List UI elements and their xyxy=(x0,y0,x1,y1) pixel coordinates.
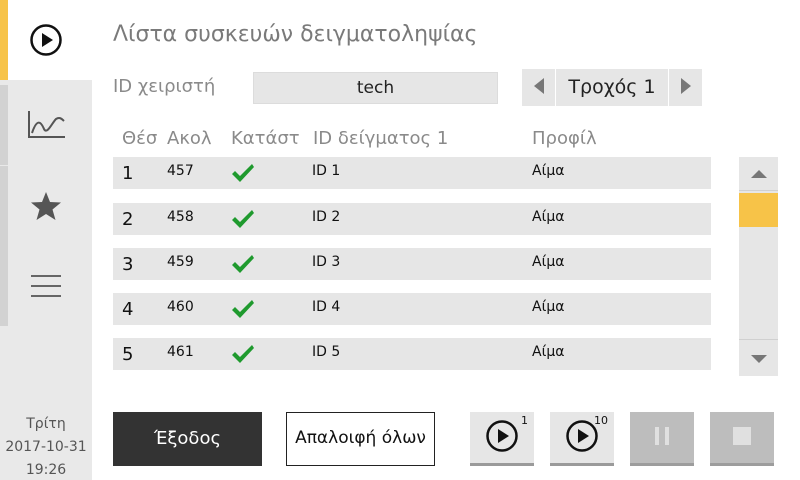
nav-results[interactable] xyxy=(0,85,92,165)
stop-button[interactable] xyxy=(710,412,774,466)
cell-sequence: 457 xyxy=(167,163,194,179)
nav-favorites[interactable] xyxy=(0,166,92,246)
rack-label: Τροχός 1 xyxy=(568,76,656,98)
cell-sequence: 459 xyxy=(167,254,194,270)
star-icon xyxy=(30,191,62,221)
page-title: Λίστα συσκευών δειγματοληψίας xyxy=(113,22,478,47)
nav-indicator xyxy=(0,246,8,326)
cell-sample-id: ID 4 xyxy=(312,299,341,315)
cell-sequence: 461 xyxy=(167,344,194,360)
triangle-down-icon xyxy=(750,349,768,368)
triangle-left-icon xyxy=(533,77,545,99)
run-one-badge: 1 xyxy=(521,414,528,427)
cell-sample-id: ID 1 xyxy=(312,163,341,179)
triangle-up-icon xyxy=(750,164,768,183)
cell-profile: Αίμα xyxy=(532,344,565,360)
cell-profile: Αίμα xyxy=(532,163,565,179)
menu-icon xyxy=(31,274,61,298)
cell-profile: Αίμα xyxy=(532,209,565,225)
operator-id-field[interactable]: tech xyxy=(253,72,498,104)
nav-run[interactable] xyxy=(0,0,92,80)
table-row[interactable]: 1 457 ID 1 Αίμα xyxy=(113,157,711,189)
run-ten-badge: 10 xyxy=(594,414,608,427)
play-circle-icon xyxy=(485,419,519,457)
chart-line-icon xyxy=(26,109,66,141)
cell-profile: Αίμα xyxy=(532,254,565,270)
run-one-button[interactable]: 1 xyxy=(470,412,534,466)
table-row[interactable]: 2 458 ID 2 Αίμα xyxy=(113,203,711,235)
scroll-thumb[interactable] xyxy=(739,193,778,227)
nav-indicator xyxy=(0,166,8,246)
rack-next-button[interactable] xyxy=(668,69,702,106)
cell-position: 4 xyxy=(122,299,134,320)
play-circle-icon xyxy=(29,23,63,57)
scrollbar[interactable] xyxy=(739,157,778,376)
pause-button[interactable] xyxy=(630,412,694,466)
run-ten-button[interactable]: 10 xyxy=(550,412,614,466)
check-icon xyxy=(231,209,255,241)
triangle-right-icon xyxy=(680,77,692,99)
cell-sequence: 458 xyxy=(167,209,194,225)
cell-sample-id: ID 2 xyxy=(312,209,341,225)
cell-sample-id: ID 3 xyxy=(312,254,341,270)
cell-profile: Αίμα xyxy=(532,299,565,315)
cell-sample-id: ID 5 xyxy=(312,344,341,360)
check-icon xyxy=(231,344,255,376)
rack-prev-button[interactable] xyxy=(522,69,556,106)
sidebar: Τρίτη 2017-10-31 19:26 xyxy=(0,0,92,480)
pause-icon xyxy=(653,426,671,450)
nav-indicator xyxy=(0,85,8,165)
cell-position: 5 xyxy=(122,344,134,365)
nav-menu[interactable] xyxy=(0,246,92,326)
table-row[interactable]: 5 461 ID 5 Αίμα xyxy=(113,338,711,370)
exit-button[interactable]: Έξοδος xyxy=(113,412,262,466)
table-row[interactable]: 4 460 ID 4 Αίμα xyxy=(113,293,711,325)
column-header-position: Θέσ xyxy=(122,128,158,149)
column-header-status: Κατάστ xyxy=(231,128,300,149)
time-value: 19:26 xyxy=(25,462,67,478)
stop-icon xyxy=(732,426,752,450)
operator-id-label: ID χειριστή xyxy=(113,76,216,97)
scroll-up-button[interactable] xyxy=(739,157,778,191)
scroll-down-button[interactable] xyxy=(739,339,778,376)
date-day: Τρίτη xyxy=(26,416,66,432)
cell-position: 2 xyxy=(122,209,134,230)
check-icon xyxy=(231,163,255,195)
column-header-sequence: Ακολ xyxy=(167,128,212,149)
cell-sequence: 460 xyxy=(167,299,194,315)
nav-active-indicator xyxy=(0,0,8,80)
cell-position: 1 xyxy=(122,163,134,184)
date-value: 2017-10-31 xyxy=(5,439,87,455)
column-header-sample-id: ID δείγματος 1 xyxy=(313,128,449,149)
rack-selector: Τροχός 1 xyxy=(522,69,702,106)
cell-position: 3 xyxy=(122,254,134,275)
check-icon xyxy=(231,254,255,286)
table-row[interactable]: 3 459 ID 3 Αίμα xyxy=(113,248,711,280)
check-icon xyxy=(231,299,255,331)
column-header-profile: Προφίλ xyxy=(532,128,597,149)
clear-all-button[interactable]: Απαλοιφή όλων xyxy=(286,412,435,466)
